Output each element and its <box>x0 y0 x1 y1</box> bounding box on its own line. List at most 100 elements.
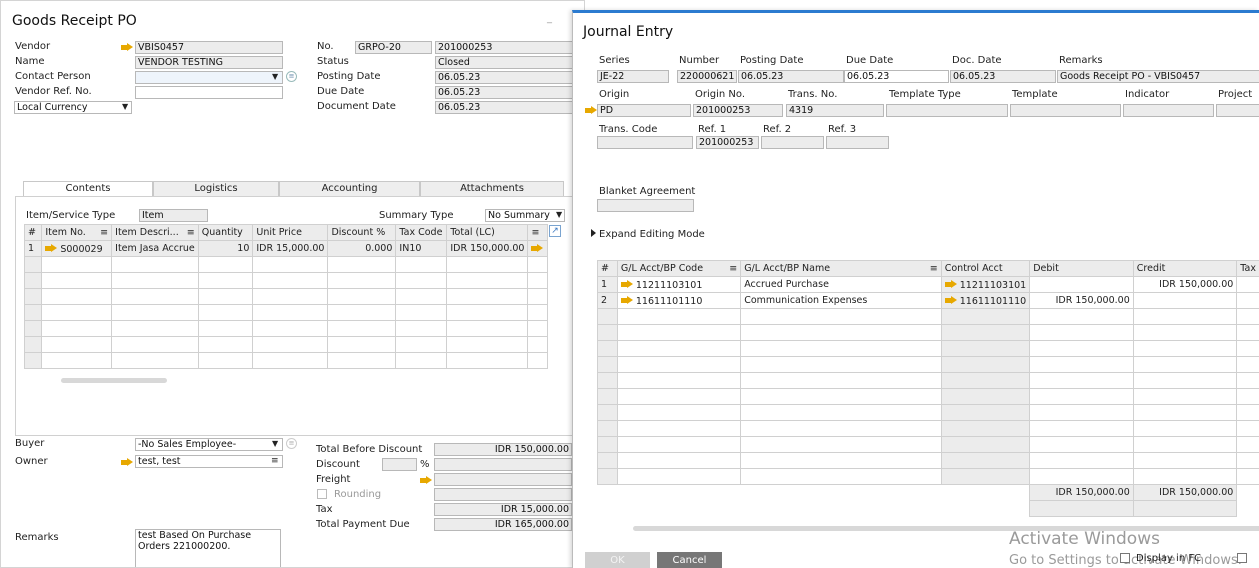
trans-code-field[interactable] <box>597 136 693 149</box>
account-arrow-icon[interactable] <box>620 295 633 305</box>
col-gl-name[interactable]: G/L Acct/BP Name ≡ <box>740 260 942 277</box>
col-item-desc[interactable]: Item Descri... ≡ <box>111 224 199 241</box>
item-type-select[interactable]: Item <box>139 209 208 222</box>
due-date-field[interactable]: 06.05.23 <box>435 86 575 99</box>
tax-code-cell[interactable]: IN10 <box>395 240 448 257</box>
expand-icon[interactable]: ↗ <box>549 225 561 237</box>
series-field[interactable]: JE-22 <box>597 70 669 83</box>
remarks-textarea[interactable]: test Based On Purchase Orders 221000200. <box>135 529 281 567</box>
contact-select[interactable] <box>135 71 283 84</box>
doc-number-field[interactable]: 201000253 <box>435 41 575 54</box>
total-cell[interactable]: IDR 150,000.00 <box>446 240 529 257</box>
col-tax[interactable]: Tax <box>1236 260 1259 277</box>
tab-attachments[interactable]: Attachments <box>420 181 564 197</box>
buyer-select[interactable]: -No Sales Employee- <box>135 438 283 451</box>
table-row[interactable]: 2 11611101110 Communication Expenses 116… <box>597 292 1259 309</box>
gl-code-cell[interactable]: 11211103101 <box>616 276 742 293</box>
table-row[interactable] <box>597 340 1259 357</box>
display-in-fc-checkbox[interactable] <box>1120 553 1130 563</box>
tab-accounting[interactable]: Accounting <box>279 181 420 197</box>
rounding-field[interactable] <box>434 488 572 501</box>
table-row[interactable] <box>23 304 548 321</box>
table-row[interactable] <box>597 404 1259 421</box>
col-unit-price[interactable]: Unit Price <box>252 224 329 241</box>
table-row[interactable] <box>23 272 548 289</box>
expand-triangle-icon[interactable] <box>591 229 596 237</box>
rounding-checkbox[interactable] <box>317 489 327 499</box>
tax-cell[interactable] <box>1236 276 1259 293</box>
table-row[interactable]: 1 11211103101 Accrued Purchase 112111031… <box>597 276 1259 293</box>
owner-link-arrow-icon[interactable] <box>121 458 133 467</box>
ref1-field[interactable]: 201000253 <box>696 136 759 149</box>
col-control-acct[interactable]: Control Acct <box>940 260 1031 277</box>
summary-type-select[interactable]: No Summary <box>485 209 565 222</box>
indicator-field[interactable] <box>1123 104 1214 117</box>
control-acct-cell[interactable]: 11211103101 <box>940 276 1031 293</box>
table-row[interactable] <box>597 452 1259 469</box>
control-arrow-icon[interactable] <box>944 295 957 305</box>
vendor-ref-field[interactable] <box>135 86 283 99</box>
document-date-field[interactable]: 06.05.23 <box>435 101 575 114</box>
ok-button[interactable]: OK <box>585 552 650 568</box>
table-row[interactable]: 1 S000029 Item Jasa Accrue 10 IDR 15,000… <box>23 240 548 257</box>
horizontal-scrollbar[interactable] <box>633 526 1259 531</box>
trans-no-field[interactable]: 4319 <box>786 104 884 117</box>
gl-name-cell[interactable]: Accrued Purchase <box>740 276 942 293</box>
gl-code-cell[interactable]: 11611101110 <box>616 292 742 309</box>
table-row[interactable] <box>23 352 548 369</box>
name-field[interactable]: VENDOR TESTING <box>135 56 283 69</box>
list-icon[interactable]: ≡ <box>286 71 297 82</box>
due-date-field[interactable]: 06.05.23 <box>844 70 949 83</box>
col-item-no[interactable]: Item No. ≡ <box>41 224 113 241</box>
series-field[interactable]: GRPO-20 <box>355 41 432 54</box>
col-credit[interactable]: Credit <box>1132 260 1238 277</box>
table-row[interactable] <box>597 356 1259 373</box>
horizontal-scrollbar[interactable] <box>61 378 167 383</box>
cancel-button[interactable]: Cancel <box>657 552 722 568</box>
col-gl-code[interactable]: G/L Acct/BP Code ≡ <box>616 260 742 277</box>
chevron-down-icon[interactable]: ▼ <box>556 210 562 219</box>
table-row[interactable] <box>597 372 1259 389</box>
discount-amount-field[interactable] <box>434 458 572 471</box>
table-row[interactable] <box>597 308 1259 325</box>
template-field[interactable] <box>1010 104 1121 117</box>
origin-link-arrow-icon[interactable] <box>585 106 597 115</box>
vendor-field[interactable]: VBIS0457 <box>135 41 283 54</box>
unit-price-cell[interactable]: IDR 15,000.00 <box>252 240 329 257</box>
tab-logistics[interactable]: Logistics <box>153 181 279 197</box>
table-row[interactable] <box>597 436 1259 453</box>
currency-select[interactable]: Local Currency <box>14 101 132 114</box>
extra-checkbox[interactable] <box>1237 553 1247 563</box>
freight-field[interactable] <box>434 473 572 486</box>
owner-field[interactable]: test, test <box>135 455 283 468</box>
expand-editing-mode-link[interactable]: Expand Editing Mode <box>599 229 705 240</box>
discount-cell[interactable]: 0.000 <box>327 240 397 257</box>
quantity-cell[interactable]: 10 <box>197 240 254 257</box>
chevron-down-icon[interactable]: ▼ <box>272 72 278 81</box>
table-row[interactable] <box>597 420 1259 437</box>
ref2-field[interactable] <box>761 136 824 149</box>
doc-date-field[interactable]: 06.05.23 <box>950 70 1056 83</box>
origin-field[interactable]: PD <box>597 104 691 117</box>
col-discount[interactable]: Discount % <box>327 224 397 241</box>
col-debit[interactable]: Debit <box>1029 260 1134 277</box>
ref3-field[interactable] <box>826 136 889 149</box>
posting-date-field[interactable]: 06.05.23 <box>738 70 844 83</box>
number-field[interactable]: 220000621 <box>677 70 737 83</box>
template-type-field[interactable] <box>886 104 1008 117</box>
debit-cell[interactable] <box>1029 276 1134 293</box>
tax-cell[interactable] <box>1236 292 1259 309</box>
tab-contents[interactable]: Contents <box>23 181 153 197</box>
gl-name-cell[interactable]: Communication Expenses <box>740 292 942 309</box>
table-row[interactable] <box>23 320 548 337</box>
freight-arrow-icon[interactable] <box>420 476 432 485</box>
account-arrow-icon[interactable] <box>620 279 633 289</box>
list-icon[interactable]: ≡ <box>286 438 297 449</box>
minimize-button[interactable]: _ <box>547 13 557 24</box>
credit-cell[interactable]: IDR 150,000.00 <box>1132 276 1238 293</box>
table-row[interactable] <box>23 256 548 273</box>
item-no-cell[interactable]: S000029 <box>41 240 113 257</box>
table-row[interactable] <box>597 324 1259 341</box>
table-row[interactable] <box>23 288 548 305</box>
col-quantity[interactable]: Quantity <box>197 224 254 241</box>
